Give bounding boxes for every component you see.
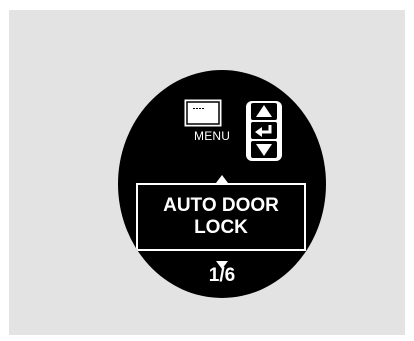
background-panel: MENU AUTO DOOR LOCK 1/6 bbox=[9, 10, 405, 335]
page-indicator: 1/6 bbox=[208, 265, 236, 286]
scroll-down-indicator-icon bbox=[216, 256, 228, 269]
selector-buttons bbox=[246, 101, 282, 161]
menu-item-box[interactable]: AUTO DOOR LOCK bbox=[136, 183, 306, 251]
enter-icon[interactable] bbox=[251, 122, 277, 139]
menu-item-line-1: AUTO DOOR bbox=[163, 195, 279, 216]
round-display: MENU AUTO DOOR LOCK 1/6 bbox=[118, 70, 326, 298]
scroll-up-indicator-icon bbox=[216, 170, 228, 183]
down-arrow-icon[interactable] bbox=[251, 141, 277, 158]
up-arrow-icon[interactable] bbox=[251, 103, 277, 120]
menu-icon[interactable] bbox=[184, 99, 222, 127]
menu-item-line-2: LOCK bbox=[194, 217, 248, 238]
menu-label: MENU bbox=[194, 129, 231, 143]
